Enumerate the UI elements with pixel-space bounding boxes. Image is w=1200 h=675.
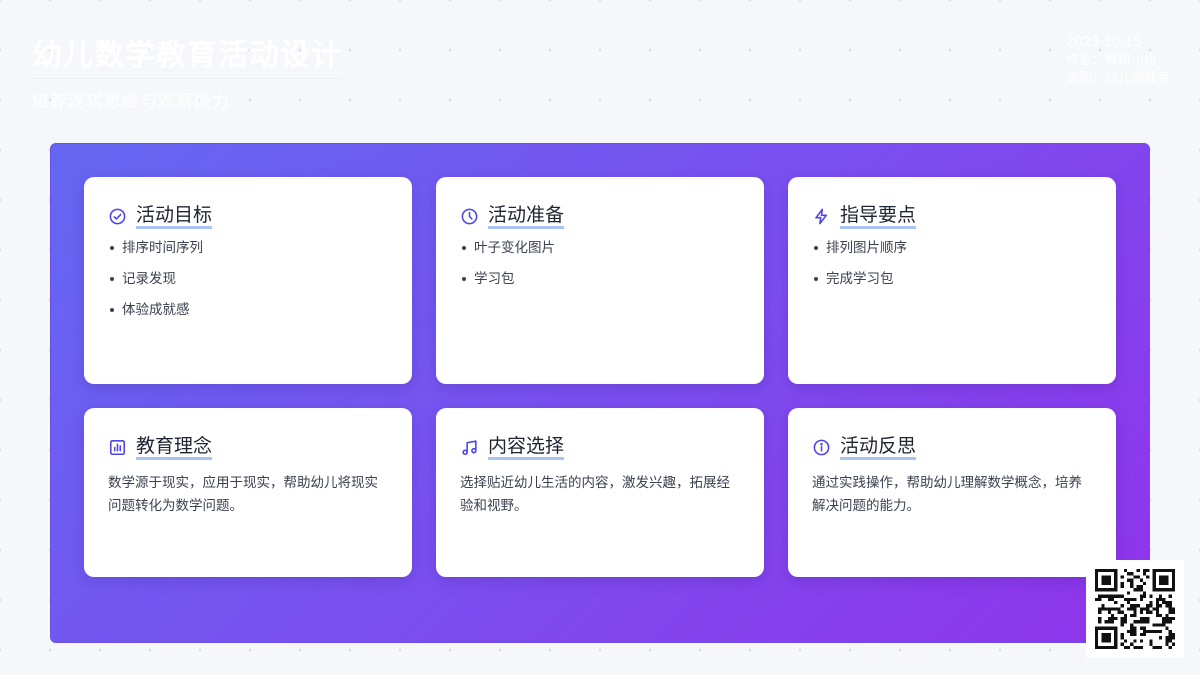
card-activity-goals: 活动目标 排序时间序列 记录发现 体验成就感 (84, 177, 412, 384)
list-item: 体验成就感 (108, 301, 388, 332)
content-panel: 活动目标 排序时间序列 记录发现 体验成就感 活动准备 叶子变化图片 学习包 指… (50, 143, 1150, 643)
list-item: 叶子变化图片 (460, 239, 740, 270)
card-guidance-points: 指导要点 排列图片顺序 完成学习包 (788, 177, 1116, 384)
meta-info: 2023-10-15 作者：教研小组 类别：幼儿园教育 (1066, 34, 1170, 88)
card-text: 选择贴近幼儿生活的内容，激发兴趣，拓展经验和视野。 (460, 475, 730, 514)
card-activity-preparation: 活动准备 叶子变化图片 学习包 (436, 177, 764, 384)
bar-chart-icon (108, 438, 127, 457)
card-title: 内容选择 (488, 435, 565, 460)
meta-author: 作者：教研小组 (1065, 53, 1157, 68)
list-item: 完成学习包 (812, 270, 1092, 301)
card-title: 活动目标 (136, 204, 213, 229)
card-title: 活动准备 (488, 204, 565, 229)
page-title: 幼儿数学教育活动设计 (32, 30, 342, 79)
list-item: 记录发现 (108, 270, 388, 301)
card-list: 叶子变化图片 学习包 (460, 239, 740, 301)
card-text: 数学源于现实，应用于现实，帮助幼儿将现实问题转化为数学问题。 (108, 475, 378, 514)
card-education-philosophy: 教育理念 数学源于现实，应用于现实，帮助幼儿将现实问题转化为数学问题。 (84, 408, 412, 577)
clock-icon (460, 207, 479, 226)
info-circle-icon (812, 438, 831, 457)
list-item: 排序时间序列 (108, 239, 388, 270)
card-list: 排列图片顺序 完成学习包 (812, 239, 1092, 301)
meta-category: 类别：幼儿园教育 (1065, 71, 1170, 86)
card-title: 指导要点 (840, 204, 917, 229)
page-subtitle: 培养逻辑思维与观察能力 (32, 92, 230, 112)
page-header: 幼儿数学教育活动设计 培养逻辑思维与观察能力 (32, 30, 342, 112)
check-circle-icon (108, 207, 127, 226)
card-text: 通过实践操作，帮助幼儿理解数学概念，培养解决问题的能力。 (812, 475, 1082, 514)
list-item: 学习包 (460, 270, 740, 301)
qr-code-icon (1086, 560, 1184, 658)
card-content-selection: 内容选择 选择贴近幼儿生活的内容，激发兴趣，拓展经验和视野。 (436, 408, 764, 577)
meta-date: 2023-10-15 (1065, 35, 1142, 50)
music-note-icon (460, 438, 479, 457)
list-item: 排列图片顺序 (812, 239, 1092, 270)
card-list: 排序时间序列 记录发现 体验成就感 (108, 239, 388, 332)
card-title: 教育理念 (136, 435, 213, 460)
card-title: 活动反思 (840, 435, 917, 460)
card-activity-reflection: 活动反思 通过实践操作，帮助幼儿理解数学概念，培养解决问题的能力。 (788, 408, 1116, 577)
lightning-icon (812, 207, 831, 226)
